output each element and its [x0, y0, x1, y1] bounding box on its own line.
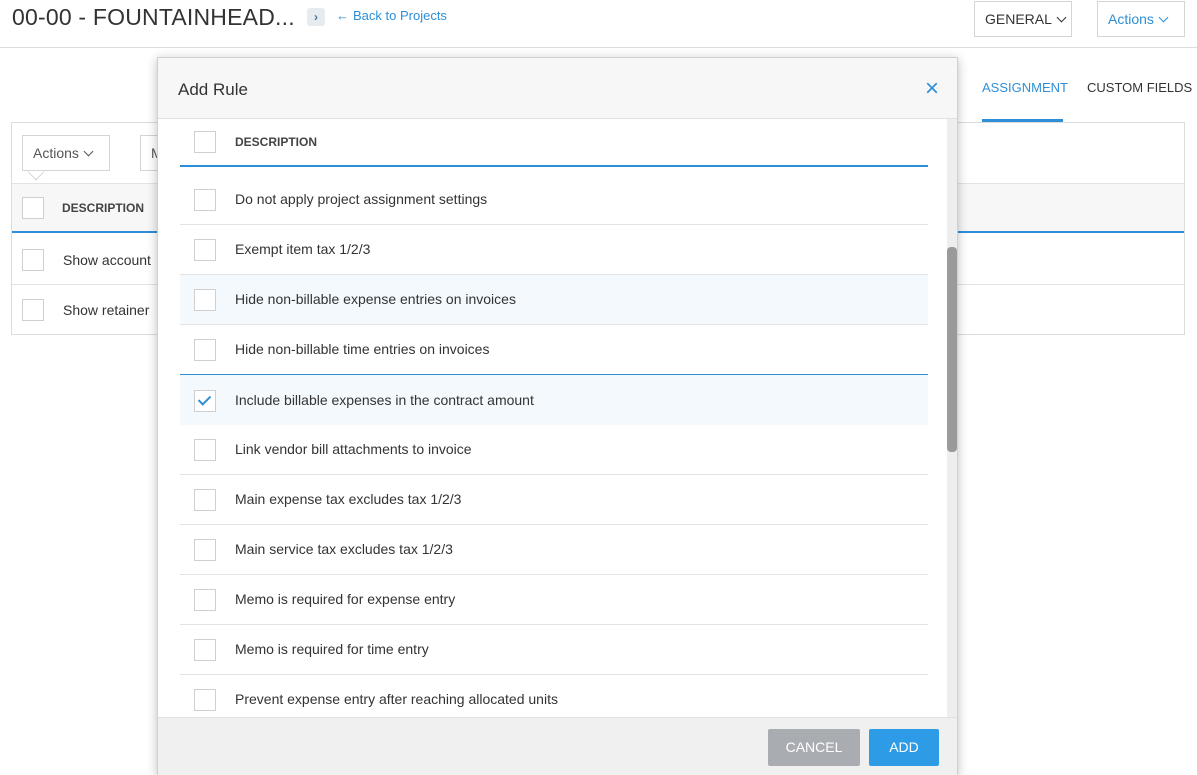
row-description: Show account: [63, 252, 151, 268]
list-item[interactable]: Prevent expense entry after reaching all…: [180, 675, 928, 717]
list-header-row: DESCRIPTION: [180, 119, 928, 167]
item-label: Do not apply project assignment settings: [235, 191, 488, 207]
list-item[interactable]: Main service tax excludes tax 1/2/3: [180, 525, 928, 575]
item-checkbox[interactable]: [194, 339, 216, 361]
column-header-description: DESCRIPTION: [235, 135, 318, 149]
arrow-left-icon: ←: [336, 8, 349, 23]
checkmark-icon: [197, 392, 212, 406]
scrollbar-thumb[interactable]: [947, 247, 957, 452]
item-label: Hide non-billable expense entries on inv…: [235, 291, 516, 307]
item-label: Exempt item tax 1/2/3: [235, 241, 371, 257]
list-item-selected[interactable]: Include billable expenses in the contrac…: [180, 374, 928, 426]
item-label: Main service tax excludes tax 1/2/3: [235, 541, 453, 557]
row-description: Show retainer: [63, 302, 150, 318]
select-all-checkbox[interactable]: [194, 131, 216, 153]
add-rule-dialog: Add Rule × DESCRIPTION Do not apply proj…: [157, 57, 958, 775]
table-actions-label: Actions: [33, 145, 79, 161]
close-icon[interactable]: ×: [921, 77, 943, 101]
dialog-header: Add Rule ×: [158, 58, 957, 119]
page-title: 00-00 - FOUNTAINHEAD...: [12, 4, 295, 30]
tab-custom-fields[interactable]: CUSTOM FIELDS: [1087, 80, 1192, 95]
item-checkbox[interactable]: [194, 189, 216, 211]
row-checkbox[interactable]: [22, 299, 44, 321]
list-item[interactable]: Main expense tax excludes tax 1/2/3: [180, 475, 928, 525]
item-checkbox[interactable]: [194, 689, 216, 711]
page-header: 00-00 - FOUNTAINHEAD... › ← Back to Proje…: [0, 0, 1197, 48]
row-checkbox[interactable]: [22, 249, 44, 271]
item-checkbox[interactable]: [194, 489, 216, 511]
actions-button-label: Actions: [1108, 11, 1154, 27]
item-label: Link vendor bill attachments to invoice: [235, 441, 472, 457]
list-item[interactable]: Link vendor bill attachments to invoice: [180, 425, 928, 475]
add-button[interactable]: ADD: [869, 729, 939, 766]
list-item[interactable]: Exempt item tax 1/2/3: [180, 225, 928, 275]
item-label: Memo is required for expense entry: [235, 591, 456, 607]
tab-assignment[interactable]: ASSIGNMENT: [982, 80, 1068, 95]
list-item[interactable]: Hide non-billable expense entries on inv…: [180, 275, 928, 325]
cancel-button[interactable]: CANCEL: [768, 729, 860, 766]
column-header-description: DESCRIPTION: [62, 201, 145, 215]
list-item[interactable]: Memo is required for time entry: [180, 625, 928, 675]
table-actions-button[interactable]: Actions: [22, 135, 110, 171]
list-item[interactable]: Hide non-billable time entries on invoic…: [180, 325, 928, 375]
item-label: Include billable expenses in the contrac…: [235, 392, 534, 408]
back-link-label: Back to Projects: [353, 8, 447, 23]
back-to-projects-link[interactable]: ← Back to Projects: [336, 8, 447, 23]
item-checkbox[interactable]: [194, 439, 216, 461]
item-checkbox[interactable]: [194, 289, 216, 311]
dialog-title: Add Rule: [178, 80, 248, 99]
chevron-down-icon: [1158, 12, 1169, 23]
item-label: Hide non-billable time entries on invoic…: [235, 341, 490, 357]
general-button-label: GENERAL: [985, 11, 1052, 27]
item-checkbox[interactable]: [194, 539, 216, 561]
select-all-checkbox[interactable]: [22, 197, 44, 219]
item-checkbox[interactable]: [194, 239, 216, 261]
item-checkbox[interactable]: [194, 639, 216, 661]
item-checkbox[interactable]: [194, 589, 216, 611]
item-label: Memo is required for time entry: [235, 641, 429, 657]
list-item[interactable]: Memo is required for expense entry: [180, 575, 928, 625]
list-item[interactable]: Do not apply project assignment settings: [180, 175, 928, 225]
rule-list: DESCRIPTION Do not apply project assignm…: [158, 119, 957, 717]
actions-dropdown-button[interactable]: Actions: [1097, 1, 1185, 37]
item-checkbox-checked[interactable]: [194, 390, 216, 412]
dialog-footer: CANCEL ADD: [158, 717, 957, 775]
general-dropdown-button[interactable]: GENERAL: [974, 1, 1072, 37]
chevron-down-icon: [1056, 12, 1067, 23]
chevron-down-icon: [83, 146, 94, 157]
chevron-right-icon[interactable]: ›: [307, 8, 325, 26]
item-label: Prevent expense entry after reaching all…: [235, 691, 558, 707]
item-label: Main expense tax excludes tax 1/2/3: [235, 491, 462, 507]
